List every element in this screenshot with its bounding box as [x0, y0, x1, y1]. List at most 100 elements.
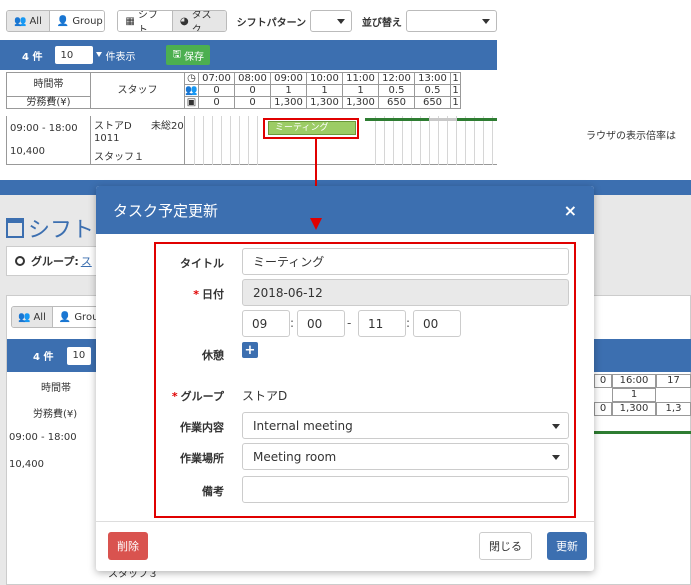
- table-row: 09:00 - 18:00 10,400 ストアD 未総20 1011 スタッフ…: [6, 116, 497, 165]
- view-shift-button[interactable]: ▦ シフト: [118, 11, 173, 31]
- cost-cell: 1: [450, 96, 461, 109]
- slot-line: [420, 116, 421, 165]
- shift-pattern-select[interactable]: [310, 10, 352, 32]
- per-page-select[interactable]: 10: [55, 46, 103, 64]
- people-cell: 1: [342, 84, 379, 97]
- time-dash: -: [347, 316, 352, 330]
- sort-select[interactable]: [405, 10, 497, 32]
- close-icon[interactable]: ×: [564, 201, 577, 220]
- view-task-button[interactable]: ◕ タスク: [172, 11, 226, 31]
- slot-line: [221, 116, 222, 165]
- slot-line: [447, 116, 448, 165]
- cost-cell: 1,300: [342, 96, 379, 109]
- save-button[interactable]: 🖫 保存: [166, 45, 210, 65]
- end-hour-input[interactable]: 11: [358, 310, 406, 337]
- background-all-button[interactable]: 👥 All: [12, 307, 53, 327]
- cost-cell: 1,300: [270, 96, 307, 109]
- date-label: * 日付: [193, 288, 224, 301]
- staff-info-cell: ストアD 未総20 1011 スタッフ１: [91, 116, 185, 165]
- sort-label: 並び替え: [361, 17, 402, 29]
- cost-cell: 0: [198, 96, 235, 109]
- slot-line: [203, 116, 204, 165]
- slot-line: [230, 116, 231, 165]
- slot-line: [384, 116, 385, 165]
- chevron-down-icon: [552, 424, 560, 429]
- title-input[interactable]: ミーティング: [242, 248, 569, 275]
- time-col: 10:00: [306, 72, 343, 85]
- chevron-down-icon: [482, 19, 490, 24]
- header-staff: スタッフ: [90, 72, 185, 109]
- time-colon: :: [406, 316, 411, 330]
- users-icon: 👥: [18, 311, 31, 323]
- add-break-button[interactable]: +: [242, 342, 258, 358]
- view-group-button[interactable]: 👤 Group: [49, 11, 105, 31]
- slot-line: [375, 116, 376, 165]
- calendar-icon: [6, 218, 24, 238]
- staff-shift-time: 09:00 - 18:00: [10, 123, 78, 134]
- user-icon: 👤: [58, 311, 72, 323]
- slot-line: [212, 116, 213, 165]
- start-hour-input[interactable]: 09: [242, 310, 290, 337]
- time-col: 09:00: [270, 72, 307, 85]
- slot-line: [411, 116, 412, 165]
- work-content-label: 作業内容: [180, 421, 224, 434]
- group-value: ストアD: [242, 389, 288, 403]
- task-highlight-box: [263, 118, 359, 139]
- slot-line: [248, 116, 249, 165]
- modal-header: タスク予定更新 ×: [96, 186, 594, 234]
- money-icon: ▣: [184, 96, 199, 109]
- globe-icon: ◕: [179, 15, 189, 27]
- people-cell: 0.5: [414, 84, 451, 97]
- view-all-button[interactable]: 👥 All: [7, 11, 50, 31]
- slot-line: [492, 116, 493, 165]
- chevron-down-icon: [336, 19, 345, 24]
- time-col: 1: [450, 72, 461, 85]
- shift-pattern-label: シフトパターン: [236, 17, 307, 29]
- annotation-arrow-head: [310, 218, 322, 230]
- slot-line: [465, 116, 466, 165]
- slot-line: [393, 116, 394, 165]
- people-cell: 1: [270, 84, 307, 97]
- update-button[interactable]: 更新: [547, 532, 587, 560]
- shift-bar: [365, 118, 429, 121]
- close-button[interactable]: 閉じる: [479, 532, 532, 560]
- date-input[interactable]: 2018-06-12: [242, 279, 569, 306]
- record-count: 4 件: [22, 51, 43, 63]
- title-label: タイトル: [180, 257, 224, 270]
- note-input[interactable]: [242, 476, 569, 503]
- users-icon: 👥: [14, 15, 27, 27]
- modal-footer: 削除 閉じる 更新: [96, 521, 594, 571]
- cost-cell: 650: [414, 96, 451, 109]
- start-minute-input[interactable]: 00: [297, 310, 345, 337]
- staff-store: ストアD: [94, 121, 132, 132]
- staff-time-cell: 09:00 - 18:00 10,400: [7, 116, 91, 165]
- time-colon: :: [290, 316, 295, 330]
- time-col: 11:00: [342, 72, 379, 85]
- time-col: 13:00: [414, 72, 451, 85]
- staff-name: スタッフ１: [94, 152, 144, 163]
- work-place-label: 作業場所: [180, 452, 224, 465]
- view-mode-group: 👥 All 👤 Group: [6, 10, 106, 32]
- header-labor-cost: 労務費(¥): [6, 96, 91, 109]
- work-content-select[interactable]: Internal meeting: [242, 412, 569, 439]
- staff-code: 1011: [94, 133, 120, 144]
- delete-button[interactable]: 削除: [108, 532, 148, 560]
- people-cell: 0.5: [378, 84, 415, 97]
- slot-line: [483, 116, 484, 165]
- end-minute-input[interactable]: 00: [413, 310, 461, 337]
- work-place-select[interactable]: Meeting room: [242, 443, 569, 470]
- background-shift-bar: [594, 431, 691, 434]
- calendar-icon: ▦: [125, 15, 135, 27]
- people-cell: 0: [234, 84, 271, 97]
- people-cell: 1: [306, 84, 343, 97]
- list-controls-bar: 4 件 10 件表示 🖫 保存: [0, 40, 497, 70]
- background-hint-text: ラウザの表示倍率は: [586, 131, 676, 142]
- slot-line: [456, 116, 457, 165]
- note-label: 備考: [202, 485, 224, 498]
- schedule-toolbar: 👥 All 👤 Group ▦ シフト ◕ タスク シフトパターン 並び替え: [6, 9, 497, 33]
- per-page-label: 件表示: [105, 51, 136, 63]
- background-page-title: シフト: [6, 212, 94, 244]
- chevron-down-icon: [96, 52, 103, 57]
- cost-cell: 650: [378, 96, 415, 109]
- slot-line: [438, 116, 439, 165]
